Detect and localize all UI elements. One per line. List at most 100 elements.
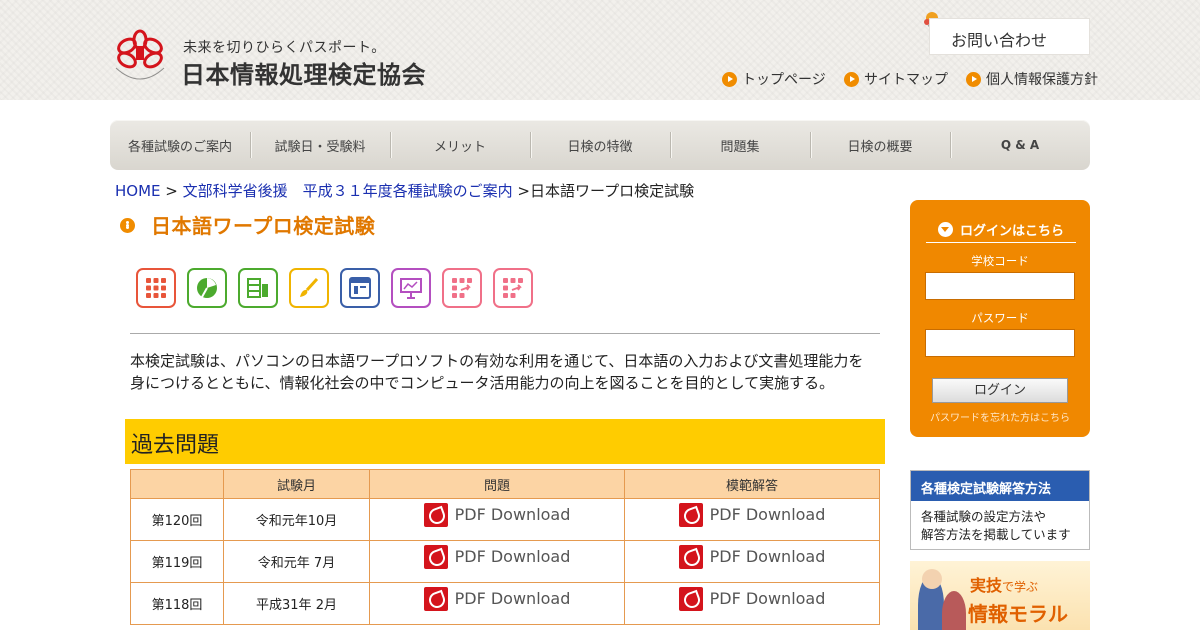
- forgot-password-link[interactable]: パスワードを忘れた方はこちら: [910, 409, 1090, 424]
- download-label: PDF Download: [709, 589, 826, 608]
- nav-item-merits[interactable]: メリット: [390, 120, 530, 170]
- table-row: 第120回 令和元年10月 PDF Download PDF Download: [130, 498, 880, 541]
- main-nav: 各種試験のご案内 試験日・受験料 メリット 日検の特徴 問題集 日検の概要 Q …: [110, 120, 1090, 170]
- download-label: PDF Download: [454, 505, 571, 524]
- pdf-icon: [678, 502, 703, 527]
- answer-method-line: 各種試験の設定方法や: [921, 509, 1047, 524]
- round-cell: 第119回: [130, 540, 224, 583]
- answer-method-title: 各種検定試験解答方法: [911, 471, 1089, 501]
- pdf-icon: [423, 544, 448, 569]
- column-header-question: 問題: [369, 469, 625, 499]
- pdf-icon: [423, 586, 448, 611]
- grid-arrow-icon-2[interactable]: [493, 268, 533, 308]
- pdf-icon: [678, 544, 703, 569]
- arrow-circle-icon: [966, 71, 981, 87]
- banner-line-1: 実技で学ぶ: [970, 572, 1038, 596]
- answer-method-text: 各種試験の設定方法や 解答方法を掲載しています: [911, 501, 1089, 544]
- column-header-month: 試験月: [223, 469, 370, 499]
- login-panel: ログインはこちら 学校コード パスワード ログイン パスワードを忘れた方はこちら: [910, 200, 1090, 437]
- contact-button[interactable]: お問い合わせ: [929, 18, 1090, 55]
- chevron-down-icon: [937, 221, 953, 237]
- grid-arrow-icon[interactable]: [442, 268, 482, 308]
- grid-icon[interactable]: [136, 268, 176, 308]
- month-cell: 令和元年 7月: [223, 540, 370, 583]
- download-label: PDF Download: [454, 589, 571, 608]
- site-name[interactable]: 日本情報処理検定協会: [181, 55, 426, 90]
- sitemap-link[interactable]: サイトマップ: [844, 69, 948, 89]
- column-header-round: [130, 469, 224, 499]
- answer-cell: PDF Download: [624, 498, 880, 541]
- password-input[interactable]: [925, 329, 1075, 357]
- privacy-policy-label: 個人情報保護方針: [986, 72, 1098, 88]
- question-pdf-download-link[interactable]: PDF Download: [423, 502, 571, 527]
- page-title: 日本語ワープロ検定試験: [151, 214, 376, 238]
- presentation-icon[interactable]: [391, 268, 431, 308]
- school-code-label: 学校コード: [971, 254, 1029, 268]
- login-title: ログインはこちら: [959, 223, 1064, 239]
- tagline: 未来を切りひらくパスポート。: [183, 40, 386, 56]
- sitemap-label: サイトマップ: [864, 72, 948, 88]
- arrow-circle-icon: [722, 71, 737, 87]
- breadcrumb-separator: >: [160, 182, 183, 200]
- answer-pdf-download-link[interactable]: PDF Download: [678, 544, 826, 569]
- table-row: 第118回 平成31年 2月 PDF Download PDF Download: [130, 582, 880, 625]
- download-label: PDF Download: [709, 547, 826, 566]
- past-exams-table: 試験月 問題 模範解答 第120回 令和元年10月 PDF Download P…: [130, 469, 880, 625]
- round-cell: 第118回: [130, 582, 224, 625]
- answer-method-box[interactable]: 各種検定試験解答方法 各種試験の設定方法や 解答方法を掲載しています: [910, 470, 1090, 550]
- question-pdf-download-link[interactable]: PDF Download: [423, 544, 571, 569]
- nav-item-features[interactable]: 日検の特徴: [530, 120, 670, 170]
- answer-cell: PDF Download: [624, 540, 880, 583]
- student-illustration-2: [942, 591, 966, 630]
- column-header-answer: 模範解答: [624, 469, 880, 499]
- page-title-block: 日本語ワープロ検定試験: [120, 210, 375, 239]
- top-page-link[interactable]: トップページ: [722, 69, 826, 89]
- window-icon[interactable]: [340, 268, 380, 308]
- answer-pdf-download-link[interactable]: PDF Download: [678, 502, 826, 527]
- breadcrumb-current: >日本語ワープロ検定試験: [512, 182, 695, 200]
- question-cell: PDF Download: [369, 540, 625, 583]
- password-label: パスワード: [971, 311, 1029, 325]
- answer-cell: PDF Download: [624, 582, 880, 625]
- info-moral-banner[interactable]: 実技で学ぶ 情報モラル: [910, 561, 1090, 630]
- login-heading: ログインはこちら: [926, 216, 1076, 243]
- school-code-input[interactable]: [925, 272, 1075, 300]
- exam-description: 本検定試験は、パソコンの日本語ワープロソフトの有効な利用を通じて、日本語の入力お…: [130, 352, 864, 392]
- banner-line-1-suffix: で学ぶ: [1002, 580, 1039, 594]
- month-cell: 令和元年10月: [223, 498, 370, 541]
- spreadsheet-icon[interactable]: [238, 268, 278, 308]
- top-page-label: トップページ: [742, 72, 826, 88]
- download-label: PDF Download: [709, 505, 826, 524]
- divider: [130, 333, 880, 334]
- nav-item-workbooks[interactable]: 問題集: [670, 120, 810, 170]
- nav-item-dates-fees[interactable]: 試験日・受験料: [250, 120, 390, 170]
- question-cell: PDF Download: [369, 582, 625, 625]
- table-row: 第119回 令和元年 7月 PDF Download PDF Download: [130, 540, 880, 583]
- pdf-icon: [423, 502, 448, 527]
- student-face: [922, 569, 942, 589]
- banner-line-1-emphasis: 実技: [970, 576, 1003, 595]
- nav-item-overview[interactable]: 日検の概要: [810, 120, 950, 170]
- breadcrumb: HOME > 文部科学省後援 平成３１年度各種試験のご案内 >日本語ワープロ検定…: [115, 180, 694, 201]
- breadcrumb-exam-guide[interactable]: 文部科学省後援 平成３１年度各種試験のご案内: [183, 182, 513, 200]
- privacy-policy-link[interactable]: 個人情報保護方針: [966, 69, 1098, 89]
- site-header: 未来を切りひらくパスポート。 日本情報処理検定協会 お問い合わせ トップページ …: [0, 0, 1200, 100]
- section-heading-past-exams: 過去問題: [125, 419, 885, 464]
- answer-pdf-download-link[interactable]: PDF Download: [678, 586, 826, 611]
- breadcrumb-home[interactable]: HOME: [115, 182, 161, 200]
- login-button[interactable]: ログイン: [932, 378, 1068, 403]
- download-label: PDF Download: [454, 547, 571, 566]
- table-header-row: 試験月 問題 模範解答: [130, 469, 880, 499]
- pie-chart-icon[interactable]: [187, 268, 227, 308]
- exam-icon-row: [136, 268, 544, 308]
- nav-item-exams[interactable]: 各種試験のご案内: [110, 120, 250, 170]
- answer-method-line: 解答方法を掲載しています: [921, 527, 1071, 542]
- paint-brush-icon[interactable]: [289, 268, 329, 308]
- pdf-icon: [678, 586, 703, 611]
- banner-line-2: 情報モラル: [968, 602, 1068, 626]
- nav-item-qa[interactable]: Q & A: [950, 120, 1090, 170]
- question-pdf-download-link[interactable]: PDF Download: [423, 586, 571, 611]
- association-logo[interactable]: [108, 24, 172, 88]
- question-cell: PDF Download: [369, 498, 625, 541]
- month-cell: 平成31年 2月: [223, 582, 370, 625]
